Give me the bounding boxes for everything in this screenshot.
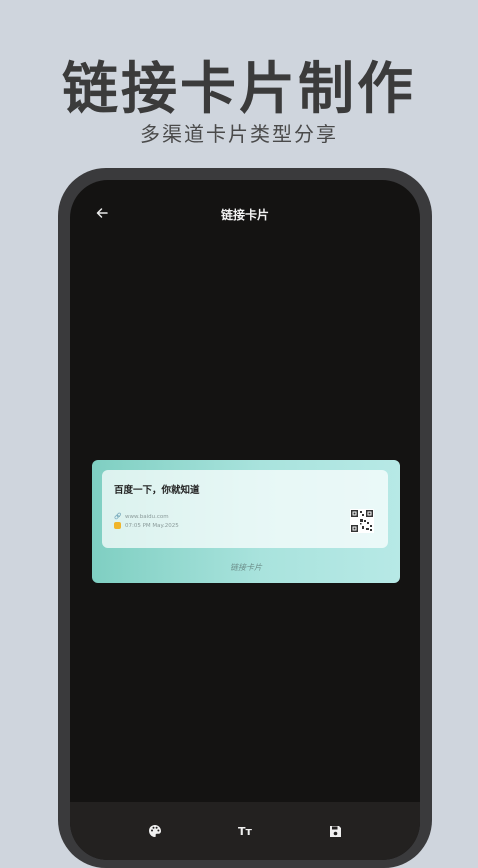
hero-title: 链接卡片制作 — [62, 56, 416, 122]
save-button[interactable] — [321, 817, 349, 845]
clock-icon — [114, 522, 121, 529]
phone-frame: 链接卡片 百度一下，你就知道 🔗 www.baidu.com 07:05 PM … — [58, 168, 432, 868]
card-time-row: 07:05 PM May.2025 — [114, 522, 179, 529]
card-content: 百度一下，你就知道 🔗 www.baidu.com 07:05 PM May.2… — [102, 470, 388, 548]
app-screen: 链接卡片 百度一下，你就知道 🔗 www.baidu.com 07:05 PM … — [70, 180, 420, 860]
link-card-preview[interactable]: 百度一下，你就知道 🔗 www.baidu.com 07:05 PM May.2… — [92, 460, 400, 583]
text-style-button[interactable]: Tт — [231, 817, 259, 845]
bottom-toolbar: Tт — [70, 802, 420, 860]
card-url: www.baidu.com — [125, 513, 169, 520]
palette-icon — [149, 825, 161, 837]
qr-code-icon — [350, 509, 374, 533]
card-timestamp: 07:05 PM May.2025 — [125, 522, 179, 529]
save-icon — [329, 825, 341, 837]
palette-button[interactable] — [141, 817, 169, 845]
card-url-row: 🔗 www.baidu.com — [114, 513, 169, 520]
text-style-icon: Tт — [238, 824, 252, 838]
card-footer-label: 链接卡片 — [230, 563, 262, 572]
hero-subtitle: 多渠道卡片类型分享 — [140, 122, 338, 146]
link-icon: 🔗 — [114, 513, 122, 520]
screen-title: 链接卡片 — [220, 208, 269, 222]
card-heading: 百度一下，你就知道 — [114, 485, 200, 496]
